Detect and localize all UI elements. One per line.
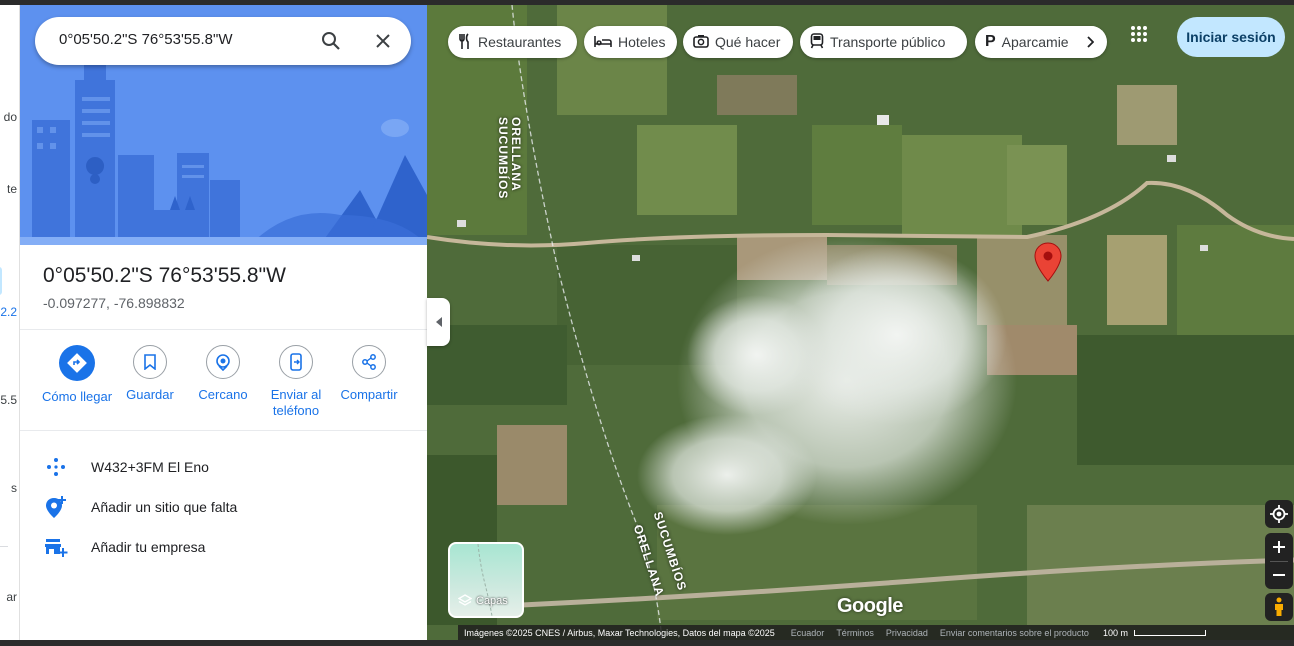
pegman-icon: [1275, 597, 1283, 616]
rail-item[interactable]: 5.5: [0, 393, 17, 407]
search-box[interactable]: [35, 17, 411, 65]
rail-item[interactable]: do: [4, 110, 17, 124]
nearby-label: Cercano: [198, 387, 248, 402]
place-panel: 0°05'50.2"S 76°53'55.8"W -0.097277, -76.…: [20, 5, 427, 640]
zoom-out-button[interactable]: [1273, 562, 1285, 590]
chip-hotels[interactable]: Hoteles: [584, 26, 677, 58]
footer-link-feedback[interactable]: Enviar comentarios sobre el producto: [940, 628, 1089, 638]
layers-button[interactable]: Capas: [448, 542, 524, 618]
scale-label[interactable]: 100 m: [1103, 628, 1128, 638]
share-button[interactable]: Compartir: [331, 345, 407, 403]
add-business-text: Añadir tu empresa: [91, 539, 206, 555]
collapse-panel-button[interactable]: [427, 298, 450, 346]
add-missing-place-row[interactable]: Añadir un sitio que falta: [20, 487, 427, 527]
directions-label: Cómo llegar: [41, 389, 113, 404]
send-to-phone-icon: [279, 345, 313, 379]
region-label: ORELLANA: [509, 117, 523, 192]
bookmark-icon: [133, 345, 167, 379]
rail-item[interactable]: s: [11, 481, 17, 495]
share-label: Compartir: [340, 387, 398, 402]
chevron-left-icon: [435, 317, 442, 327]
hotel-icon: [594, 34, 612, 51]
save-button[interactable]: Guardar: [112, 345, 188, 403]
satellite-map[interactable]: SUCUMBÍOS ORELLANA SUCUMBÍOS ORELLANA Re…: [427, 5, 1294, 640]
send-to-phone-button[interactable]: Enviar al teléfono: [258, 345, 334, 419]
my-location-button[interactable]: [1265, 500, 1293, 528]
layers-icon: [458, 594, 472, 606]
divider: [20, 430, 427, 431]
left-rail: do te 2.2 5.5 s ar: [0, 5, 20, 640]
rail-item[interactable]: ar: [6, 590, 17, 604]
search-icon[interactable]: [319, 29, 343, 53]
map-footer: Imágenes ©2025 CNES / Airbus, Maxar Tech…: [458, 625, 1294, 640]
add-location-icon: [44, 495, 68, 519]
transit-icon: [810, 32, 824, 52]
chip-things-to-do[interactable]: Qué hacer: [683, 26, 793, 58]
chip-label: Aparcamie: [1001, 34, 1069, 50]
chip-restaurants[interactable]: Restaurantes: [448, 26, 577, 58]
chevron-right-icon[interactable]: [1079, 26, 1101, 58]
rail-item[interactable]: te: [7, 182, 17, 196]
rail-item[interactable]: 2.2: [0, 305, 17, 319]
chip-label: Restaurantes: [478, 34, 562, 50]
zoom-in-button[interactable]: [1273, 533, 1285, 561]
footer-link-privacy[interactable]: Privacidad: [886, 628, 928, 638]
place-coordinates: -0.097277, -76.898832: [43, 295, 185, 311]
close-icon[interactable]: [371, 29, 395, 53]
directions-icon: [59, 345, 95, 381]
satellite-imagery: [427, 5, 1294, 640]
chip-parking[interactable]: P Aparcamie: [975, 26, 1107, 58]
location-pin[interactable]: [1034, 242, 1062, 282]
chip-label: Hoteles: [618, 34, 666, 50]
camera-icon: [693, 34, 709, 51]
add-business-icon: [44, 535, 68, 559]
parking-icon: P: [985, 33, 996, 50]
footer-link-terms[interactable]: Términos: [836, 628, 874, 638]
add-missing-place-text: Añadir un sitio que falta: [91, 499, 238, 515]
divider: [20, 329, 427, 330]
nearby-icon: [206, 345, 240, 379]
send-to-phone-label: Enviar al teléfono: [270, 387, 322, 418]
place-title: 0°05'50.2"S 76°53'55.8"W: [43, 264, 286, 287]
nearby-button[interactable]: Cercano: [185, 345, 261, 403]
my-location-icon: [1270, 505, 1288, 523]
directions-button[interactable]: Cómo llegar: [39, 345, 115, 405]
add-business-row[interactable]: Añadir tu empresa: [20, 527, 427, 567]
chip-label: Qué hacer: [715, 34, 781, 50]
plus-code-text: W432+3FM El Eno: [91, 459, 209, 475]
chip-transit[interactable]: Transporte público: [800, 26, 967, 58]
plus-code-row[interactable]: W432+3FM El Eno: [20, 447, 427, 487]
hero-illustration: [20, 5, 427, 245]
layers-label: Capas: [476, 595, 508, 607]
region-label: SUCUMBÍOS: [496, 117, 510, 200]
action-bar: Cómo llegar Guardar Cercano Enviar al te…: [20, 345, 427, 425]
window-bottom-edge: [0, 640, 1294, 646]
rail-selection-indicator: [0, 267, 2, 295]
save-label: Guardar: [126, 387, 174, 402]
footer-link-country[interactable]: Ecuador: [791, 628, 825, 638]
google-logo: Google: [837, 595, 903, 617]
search-input[interactable]: [57, 30, 311, 49]
rail-divider: [0, 546, 8, 547]
plus-code-icon: [44, 455, 68, 479]
share-icon: [352, 345, 386, 379]
apps-grid-icon[interactable]: [1130, 25, 1154, 49]
imagery-attribution: Imágenes ©2025 CNES / Airbus, Maxar Tech…: [464, 627, 775, 638]
street-view-pegman[interactable]: [1265, 593, 1293, 621]
map-pin-icon: [1034, 242, 1062, 282]
scale-bar: [1133, 629, 1206, 636]
sign-in-button[interactable]: Iniciar sesión: [1177, 17, 1285, 57]
zoom-controls: [1265, 533, 1293, 589]
chip-label: Transporte público: [830, 34, 946, 50]
restaurant-icon: [458, 32, 472, 52]
layers-label-wrap: Capas: [458, 594, 508, 608]
